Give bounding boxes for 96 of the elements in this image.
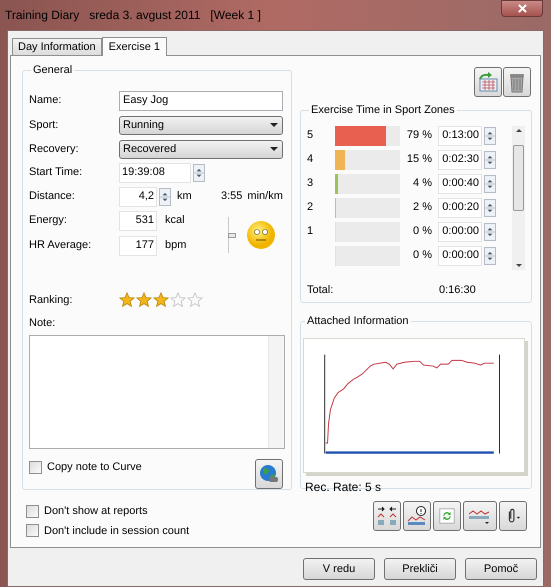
zone-number: 4 <box>307 152 314 168</box>
zone-number: 5 <box>307 128 314 144</box>
zone-time-field[interactable]: 0:00:40 <box>438 174 482 194</box>
group-title: General <box>32 63 74 78</box>
checkbox-label: Don't include in session count <box>44 524 190 538</box>
zone-time-field[interactable]: 0:00:00 <box>438 246 482 266</box>
zone-number: 3 <box>307 176 314 192</box>
field-label: Note: <box>29 316 56 331</box>
checkbox-label: Don't show at reports <box>44 504 148 519</box>
field-label: Start Time: <box>29 165 84 180</box>
field-label: Name: <box>29 93 62 108</box>
zone-percent: 79 % <box>406 128 432 144</box>
zone-time-field[interactable]: 0:00:00 <box>438 222 482 242</box>
calendar-button[interactable] <box>474 67 502 97</box>
smiley-icon <box>246 220 276 250</box>
feeling-slider[interactable] <box>228 217 238 253</box>
globe-icon <box>259 464 279 484</box>
tab[interactable]: Day Information <box>12 38 102 55</box>
trash-icon <box>507 71 527 93</box>
group-title: Attached Information <box>306 314 410 329</box>
scroll-up-icon[interactable] <box>516 128 522 132</box>
close-icon <box>518 4 526 13</box>
slider-thumb[interactable] <box>228 232 236 238</box>
zone-number: 2 <box>307 200 314 216</box>
spin-buttons[interactable] <box>484 198 496 216</box>
unit-label: km <box>177 189 193 204</box>
checkbox[interactable] <box>26 504 39 518</box>
close-button[interactable] <box>501 0 543 17</box>
field-label: Ranking: <box>29 292 74 308</box>
distance-field[interactable]: 4,2 <box>119 186 157 206</box>
star-icon <box>153 292 169 308</box>
zone-time-field[interactable]: 0:02:30 <box>438 150 482 170</box>
attachment-button[interactable] <box>499 501 527 531</box>
star-icon <box>170 292 186 308</box>
dropdown[interactable]: Recovered <box>119 140 283 158</box>
total-value: 0:16:30 <box>439 282 476 298</box>
checkbox[interactable] <box>29 460 42 474</box>
spin-buttons[interactable] <box>484 222 496 240</box>
spin-buttons[interactable] <box>193 164 205 182</box>
zone-percent: 0 % <box>412 248 432 264</box>
note-field[interactable] <box>29 334 285 449</box>
energy-field[interactable]: 531 <box>119 210 157 230</box>
field-label: Distance: <box>29 189 76 204</box>
dialog-button[interactable]: Pomoč <box>465 558 537 580</box>
spin-buttons[interactable] <box>484 174 496 192</box>
field-label: Recovery: <box>29 142 80 157</box>
checkbox[interactable] <box>26 524 39 538</box>
unit-label: min/km <box>247 189 283 204</box>
scrollbar[interactable] <box>512 126 525 270</box>
globe-link-button[interactable] <box>255 459 283 489</box>
star-icon <box>119 292 135 308</box>
delete-button[interactable] <box>503 67 531 97</box>
zone-percent: 0 % <box>412 224 432 240</box>
scroll-down-icon[interactable] <box>516 264 522 266</box>
unit-label: kcal <box>165 213 185 228</box>
calendar-icon <box>477 71 499 93</box>
zone-time-field[interactable]: 0:00:20 <box>438 198 482 218</box>
dropdown[interactable]: Running <box>119 116 283 134</box>
star-rating[interactable] <box>119 292 203 308</box>
window-title: Training Diary sreda 3. avgust 2011 [Week 1 ] <box>5 7 261 24</box>
record-rate: Rec. Rate: 5 s <box>305 478 382 496</box>
caret-icon <box>270 147 278 151</box>
field-label: Sport: <box>29 118 60 133</box>
pace-value: 3:55 <box>221 189 242 204</box>
spin-buttons[interactable] <box>484 150 496 168</box>
total-label: Total: <box>307 282 334 298</box>
star-icon <box>136 292 152 308</box>
zone-percent: 2 % <box>412 200 432 216</box>
group-title: Exercise Time in Sport Zones <box>310 103 456 118</box>
curve-arrows-icon <box>376 505 398 527</box>
zone-number: 1 <box>307 224 314 240</box>
name-field[interactable]: Easy Jog <box>119 90 283 110</box>
field-label: Energy: <box>29 213 68 228</box>
dialog-button[interactable]: Prekliči <box>384 558 456 580</box>
zone-percent: 4 % <box>412 176 432 192</box>
curve-info-button[interactable] <box>403 501 431 531</box>
refresh-icon <box>438 507 456 525</box>
split-curve-button[interactable] <box>373 501 401 531</box>
spin-buttons[interactable] <box>484 126 496 144</box>
zone-time-field[interactable]: 0:13:00 <box>438 126 482 146</box>
heart-rate-field[interactable]: 177 <box>119 236 157 256</box>
star-icon <box>187 292 203 308</box>
tab[interactable]: Exercise 1 <box>102 37 168 56</box>
curve-menu-button[interactable] <box>463 501 497 531</box>
time-field[interactable]: 19:39:08 <box>119 162 191 182</box>
caret-icon <box>270 123 278 127</box>
unit-label: bpm <box>165 238 186 254</box>
curve-info-icon <box>406 505 428 527</box>
spin-buttons[interactable] <box>159 188 171 206</box>
field-label: HR Average: <box>29 238 92 254</box>
spin-buttons[interactable] <box>484 246 496 264</box>
checkbox-label: Copy note to Curve <box>47 460 142 475</box>
zone-percent: 15 % <box>406 152 432 168</box>
dialog-button[interactable]: V redu <box>303 558 375 580</box>
scrollbar[interactable] <box>268 336 284 448</box>
refresh-button[interactable] <box>433 501 461 531</box>
